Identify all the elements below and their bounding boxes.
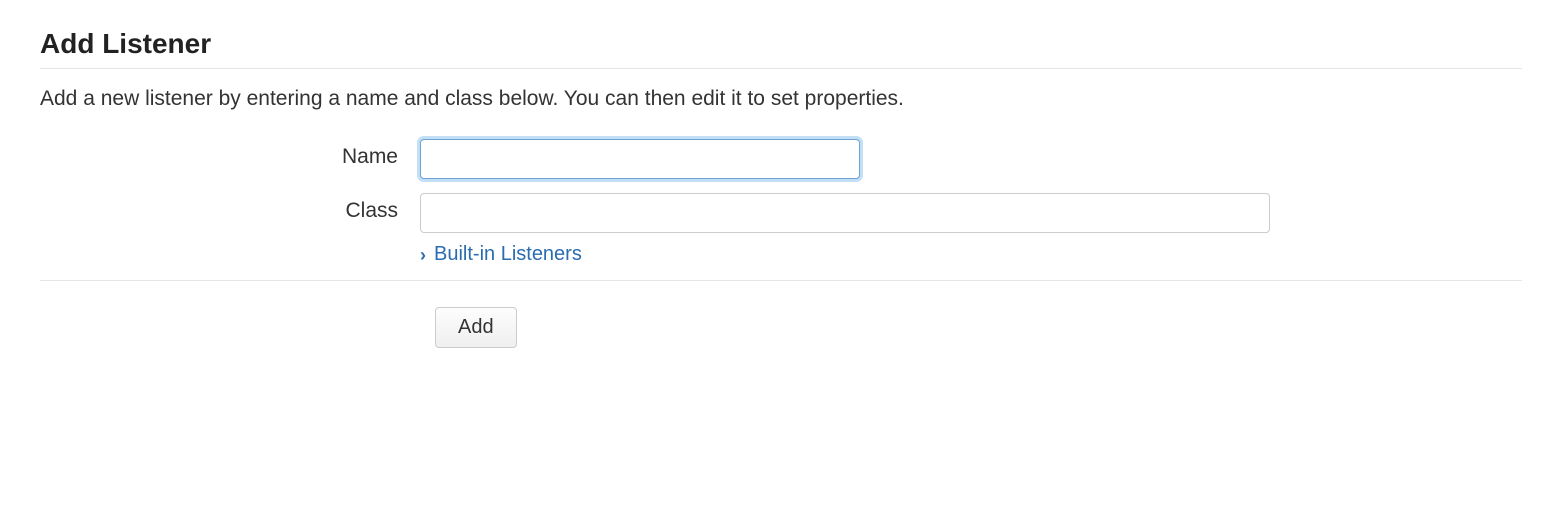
intro-text: Add a new listener by entering a name an… (40, 87, 1522, 111)
add-button[interactable]: Add (435, 307, 517, 348)
form-row-name: Name (40, 139, 1522, 179)
name-input[interactable] (420, 139, 860, 179)
builtin-listeners-toggle[interactable]: › Built-in Listeners (420, 243, 1270, 266)
page-title: Add Listener (40, 28, 1522, 69)
form-row-class: Class › Built-in Listeners (40, 193, 1522, 266)
name-label: Name (40, 139, 420, 169)
class-label: Class (40, 193, 420, 223)
builtin-listeners-link[interactable]: Built-in Listeners (434, 243, 582, 266)
button-row: Add (40, 307, 1522, 348)
divider (40, 280, 1522, 281)
class-input[interactable] (420, 193, 1270, 233)
chevron-right-icon: › (420, 246, 426, 264)
